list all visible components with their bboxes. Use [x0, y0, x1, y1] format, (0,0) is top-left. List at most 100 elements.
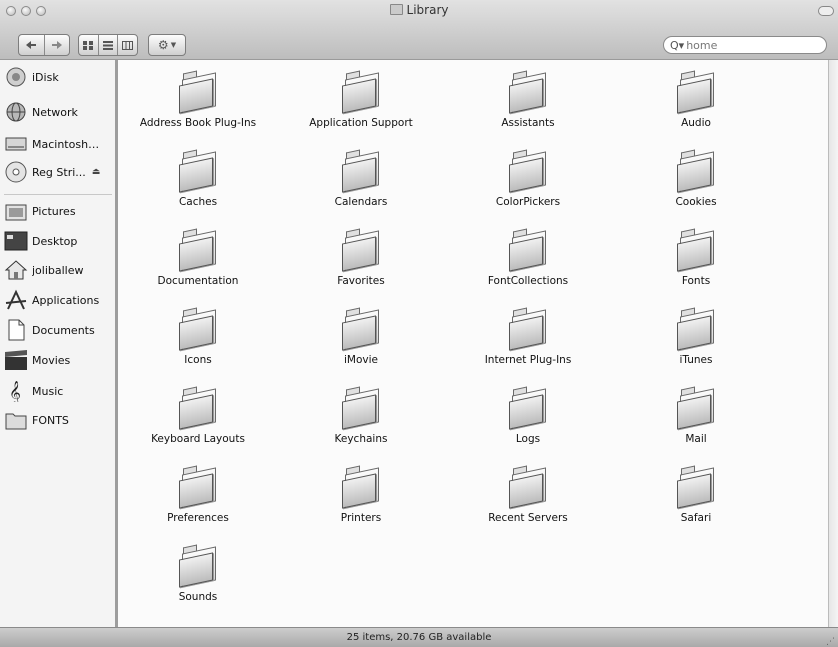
folder-item[interactable]: Recent Servers [453, 465, 603, 524]
folder-item[interactable]: Keyboard Layouts [123, 386, 273, 445]
folder-item[interactable]: iMovie [286, 307, 436, 366]
title-bar: Library ⚙ ▼ Q▾ home [0, 0, 838, 60]
sidebar-item-label: joliballew [32, 263, 84, 277]
cd-icon [4, 161, 28, 183]
sidebar-item-reg-stri[interactable]: Reg Stri... ⏏ [4, 159, 116, 185]
chevron-down-icon: ▼ [170, 41, 177, 49]
folder-label: Internet Plug-Ins [484, 354, 572, 366]
folder-item[interactable]: Calendars [286, 149, 436, 208]
folder-item[interactable]: Audio [621, 70, 771, 129]
folder-item[interactable]: Favorites [286, 228, 436, 287]
folder-label: Audio [681, 117, 711, 129]
search-input[interactable]: home [686, 39, 717, 52]
folder-icon [509, 386, 547, 430]
column-view-button[interactable] [117, 35, 137, 55]
sidebar-item-movies[interactable]: Movies [4, 347, 116, 373]
sidebar-item-idisk[interactable]: iDisk [4, 64, 116, 90]
folder-item[interactable]: Cookies [621, 149, 771, 208]
sidebar-item-network[interactable]: Network [4, 99, 116, 125]
folder-icon [4, 409, 28, 431]
gear-icon: ⚙ [157, 38, 169, 52]
sidebar-item-label: Macintosh ... [32, 137, 102, 151]
folder-item[interactable]: Icons [123, 307, 273, 366]
sidebar-item-pictures[interactable]: Pictures [4, 198, 116, 224]
eject-icon[interactable]: ⏏ [92, 167, 101, 177]
vertical-scrollbar[interactable] [828, 60, 838, 627]
hard-drive-icon [4, 133, 28, 155]
idisk-icon [4, 66, 28, 88]
folder-label: Recent Servers [488, 512, 568, 524]
sidebar-item-label: Movies [32, 353, 71, 367]
back-forward-group [18, 34, 70, 56]
folder-icon [342, 149, 380, 193]
back-arrow-icon [26, 41, 37, 49]
sidebar-item-label: Reg Stri... [32, 165, 86, 179]
list-view-button[interactable] [97, 35, 118, 55]
forward-button[interactable] [43, 35, 70, 55]
folder-item[interactable]: Application Support [286, 70, 436, 129]
desktop-icon [4, 230, 28, 252]
folder-icon [342, 228, 380, 272]
documents-icon [4, 319, 28, 341]
finder-window: Library ⚙ ▼ Q▾ home iDisk Network Macint… [0, 0, 838, 647]
sidebar-item-label: Documents [32, 323, 95, 337]
folder-label: Assistants [501, 117, 555, 129]
folder-item[interactable]: Logs [453, 386, 603, 445]
movies-icon [4, 349, 28, 371]
folder-icon [389, 4, 403, 15]
folder-grid: Address Book Plug-Ins Application Support… [118, 60, 828, 627]
folder-item[interactable]: FontCollections [453, 228, 603, 287]
folder-item[interactable]: ColorPickers [453, 149, 603, 208]
back-button[interactable] [19, 35, 44, 55]
sidebar-item-label: Network [32, 105, 78, 119]
folder-icon [509, 228, 547, 272]
sidebar-item-music[interactable]: 𝄞 Music [4, 378, 116, 405]
folder-label: Fonts [681, 275, 711, 287]
folder-item[interactable]: Safari [621, 465, 771, 524]
folder-item[interactable]: Documentation [123, 228, 273, 287]
resize-grip-icon[interactable]: ⋰ [826, 633, 835, 647]
icon-view-button[interactable] [79, 35, 98, 55]
sidebar-item-label: Desktop [32, 234, 78, 248]
folder-item[interactable]: Preferences [123, 465, 273, 524]
folder-icon [179, 386, 217, 430]
folder-icon [179, 465, 217, 509]
folder-icon [342, 465, 380, 509]
folder-label: Cookies [675, 196, 717, 208]
applications-icon [4, 289, 28, 311]
folder-label: Preferences [167, 512, 229, 524]
sidebar-item-label: FONTS [32, 413, 69, 427]
folder-icon [179, 307, 217, 351]
status-bar: 25 items, 20.76 GB available ⋰ [0, 627, 838, 647]
folder-icon [342, 386, 380, 430]
search-field[interactable]: Q▾ home [663, 36, 827, 54]
folder-icon [509, 149, 547, 193]
sidebar-item-applications[interactable]: Applications [4, 287, 116, 313]
folder-item[interactable]: Caches [123, 149, 273, 208]
toolbar-toggle-button[interactable] [818, 6, 834, 16]
folder-item[interactable]: Sounds [123, 544, 273, 603]
folder-item[interactable]: Assistants [453, 70, 603, 129]
folder-item[interactable]: Mail [621, 386, 771, 445]
sidebar-item-desktop[interactable]: Desktop [4, 228, 116, 254]
home-icon [4, 259, 28, 281]
icon-view-icon [83, 40, 94, 50]
folder-item[interactable]: Printers [286, 465, 436, 524]
folder-item[interactable]: iTunes [621, 307, 771, 366]
sidebar-item-documents[interactable]: Documents [4, 317, 116, 343]
sidebar-item-joliballew[interactable]: joliballew [4, 257, 116, 283]
folder-item[interactable]: Address Book Plug-Ins [123, 70, 273, 129]
search-icon: Q▾ [670, 38, 685, 52]
folder-item[interactable]: Fonts [621, 228, 771, 287]
folder-icon [179, 544, 217, 588]
folder-label: iTunes [679, 354, 713, 366]
sidebar-item-fonts[interactable]: FONTS [4, 407, 116, 433]
folder-icon [179, 70, 217, 114]
action-menu-button[interactable]: ⚙ ▼ [148, 34, 186, 56]
folder-label: iMovie [344, 354, 378, 366]
folder-icon [179, 228, 217, 272]
folder-item[interactable]: Keychains [286, 386, 436, 445]
sidebar-divider [4, 194, 112, 195]
sidebar-item-macintosh[interactable]: Macintosh ... [4, 131, 116, 157]
folder-item[interactable]: Internet Plug-Ins [453, 307, 603, 366]
